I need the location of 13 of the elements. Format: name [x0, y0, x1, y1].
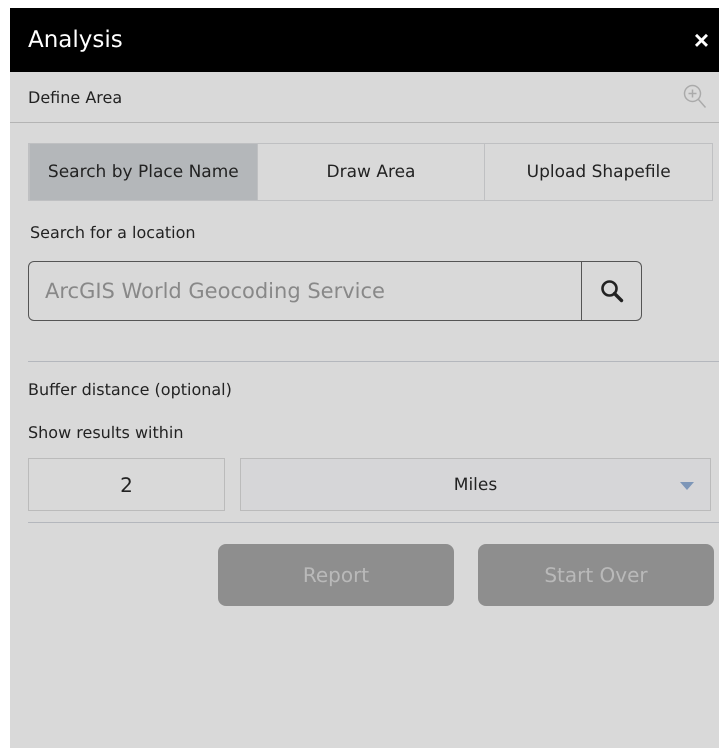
close-button[interactable]: ×	[694, 24, 709, 56]
window-title: Analysis	[28, 27, 123, 53]
search-button[interactable]	[582, 261, 642, 321]
results-label: Show results within	[28, 423, 184, 442]
caret-icon	[680, 482, 694, 490]
search-icon	[600, 279, 624, 303]
search-label: Search for a location	[30, 223, 197, 242]
search-field[interactable]: ArcGIS World Geocoding Service	[28, 261, 582, 321]
unit-dropdown[interactable]: Miles	[240, 458, 711, 511]
tab[interactable]: Search by Place Name	[29, 144, 257, 200]
buffer-title: Buffer distance (optional)	[28, 380, 233, 399]
distance-field[interactable]: 2	[28, 458, 225, 511]
section-title: Define Area	[28, 88, 122, 106]
